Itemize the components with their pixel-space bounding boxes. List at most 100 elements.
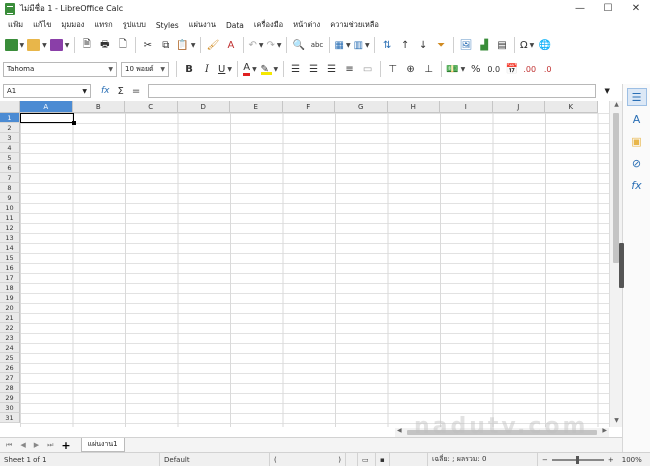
pivot-table-button[interactable]: ▤: [495, 36, 510, 54]
row-header[interactable]: 17: [0, 273, 20, 283]
row-header[interactable]: 8: [0, 183, 20, 193]
row-header[interactable]: 15: [0, 253, 20, 263]
menu-insert[interactable]: แทรก: [89, 19, 117, 31]
new-button[interactable]: ▼: [4, 36, 24, 54]
export-pdf-button[interactable]: 🗎: [79, 36, 94, 54]
undo-button[interactable]: ↶ ▼: [248, 36, 263, 54]
prev-sheet-icon[interactable]: ◀: [20, 441, 25, 449]
row-header[interactable]: 9: [0, 193, 20, 203]
page-style[interactable]: Default: [160, 452, 270, 466]
insert-chart-button[interactable]: ▟: [477, 36, 492, 54]
row-header[interactable]: 11: [0, 213, 20, 223]
row-header[interactable]: 23: [0, 333, 20, 343]
menu-sheet[interactable]: แผ่นงาน: [184, 19, 221, 31]
sum-icon[interactable]: Σ: [118, 86, 124, 97]
column-header[interactable]: C: [125, 101, 178, 113]
sheet-tab[interactable]: แผ่นงาน1: [80, 438, 125, 452]
row-header[interactable]: 29: [0, 393, 20, 403]
name-box[interactable]: A1 ▼: [3, 84, 91, 98]
language-status[interactable]: ( ): [270, 452, 346, 466]
minimize-button[interactable]: —: [566, 0, 594, 17]
sort-ascending-button[interactable]: ↑: [398, 36, 413, 54]
next-sheet-icon[interactable]: ▶: [34, 441, 39, 449]
row-header[interactable]: 3: [0, 133, 20, 143]
navigator-button[interactable]: ⊘: [627, 154, 647, 172]
wrap-text-button[interactable]: ≡: [342, 60, 357, 78]
row-header[interactable]: 7: [0, 173, 20, 183]
zoom-control[interactable]: − + 100%: [538, 453, 648, 466]
row-header[interactable]: 30: [0, 403, 20, 413]
clone-format-button[interactable]: 🖌: [205, 36, 220, 54]
row-header[interactable]: 14: [0, 243, 20, 253]
zoom-out-icon[interactable]: −: [542, 456, 548, 464]
column-header[interactable]: A: [20, 101, 73, 113]
gallery-button[interactable]: ▣: [627, 132, 647, 150]
row-header[interactable]: 12: [0, 223, 20, 233]
row-header[interactable]: 22: [0, 323, 20, 333]
row-header[interactable]: 20: [0, 303, 20, 313]
insert-image-button[interactable]: 🖼: [459, 36, 474, 54]
align-left-button[interactable]: ☰: [288, 60, 303, 78]
spelling-button[interactable]: abc: [309, 36, 324, 54]
cut-button[interactable]: ✂: [140, 36, 155, 54]
add-sheet-icon[interactable]: +: [61, 439, 70, 452]
row-header[interactable]: 16: [0, 263, 20, 273]
bold-button[interactable]: B: [182, 60, 197, 78]
save-button[interactable]: ▼: [49, 36, 69, 54]
menu-window[interactable]: หน้าต่าง: [288, 19, 325, 31]
selection-mode-icon[interactable]: ▭: [358, 452, 376, 466]
menu-tools[interactable]: เครื่องมือ: [249, 19, 288, 31]
font-color-button[interactable]: A ▼: [243, 60, 258, 78]
column-header[interactable]: H: [387, 101, 440, 113]
find-replace-button[interactable]: 🔍: [291, 36, 306, 54]
column-header[interactable]: K: [545, 101, 598, 113]
row-header[interactable]: 4: [0, 143, 20, 153]
last-sheet-icon[interactable]: ⏭: [47, 441, 53, 450]
functions-button[interactable]: fx: [627, 176, 647, 194]
maximize-button[interactable]: ☐: [594, 0, 622, 17]
highlight-color-button[interactable]: ✎ ▼: [260, 60, 278, 78]
print-preview-button[interactable]: 🗋: [115, 36, 130, 54]
align-bottom-button[interactable]: ⊥: [421, 60, 436, 78]
special-character-button[interactable]: Ω ▼: [520, 36, 535, 54]
copy-button[interactable]: ⧉: [158, 36, 173, 54]
row-header[interactable]: 6: [0, 163, 20, 173]
date-format-button[interactable]: 📅: [504, 60, 519, 78]
row-header[interactable]: 5: [0, 153, 20, 163]
row-header[interactable]: 13: [0, 233, 20, 243]
sort-button[interactable]: ⇅: [380, 36, 395, 54]
hyperlink-button[interactable]: 🌐: [538, 36, 553, 54]
row-header[interactable]: 26: [0, 363, 20, 373]
number-format-button[interactable]: 0.0: [486, 60, 501, 78]
menu-format[interactable]: รูปแบบ: [118, 19, 151, 31]
formula-icon[interactable]: =: [132, 86, 140, 97]
italic-button[interactable]: I: [200, 60, 215, 78]
align-top-button[interactable]: ⊤: [385, 60, 400, 78]
paste-button[interactable]: 📋 ▼: [176, 36, 195, 54]
menu-help[interactable]: ความช่วยเหลือ: [325, 19, 384, 31]
remove-decimal-button[interactable]: .0: [540, 60, 555, 78]
menu-edit[interactable]: แก้ไข: [28, 19, 56, 31]
align-middle-button[interactable]: ⊕: [403, 60, 418, 78]
align-center-button[interactable]: ☰: [306, 60, 321, 78]
menu-view[interactable]: มุมมอง: [56, 19, 89, 31]
expand-formula-button[interactable]: ▼: [599, 84, 615, 98]
row-header[interactable]: 21: [0, 313, 20, 323]
sidebar-collapse-handle[interactable]: [619, 243, 624, 288]
merge-cells-button[interactable]: ▭: [360, 60, 375, 78]
row-header[interactable]: 1: [0, 113, 20, 123]
properties-button[interactable]: ☰: [626, 88, 647, 106]
insert-mode[interactable]: [346, 452, 358, 466]
column-header[interactable]: J: [492, 101, 545, 113]
row-header[interactable]: 24: [0, 343, 20, 353]
row-header[interactable]: 28: [0, 383, 20, 393]
autofilter-button[interactable]: ⏷: [434, 36, 449, 54]
zoom-slider[interactable]: [551, 455, 604, 464]
percent-format-button[interactable]: %: [468, 60, 483, 78]
sort-descending-button[interactable]: ↓: [416, 36, 431, 54]
row-header[interactable]: 31: [0, 413, 20, 423]
column-header[interactable]: G: [335, 101, 388, 113]
clear-format-button[interactable]: A: [223, 36, 238, 54]
row-button[interactable]: ▦ ▼: [334, 36, 350, 54]
spreadsheet-grid[interactable]: ABCDEFGHIJK 1 2 3 4 5 6 7 8 9 10 11 12 13 14 15 16 17 18 1…: [0, 101, 610, 427]
